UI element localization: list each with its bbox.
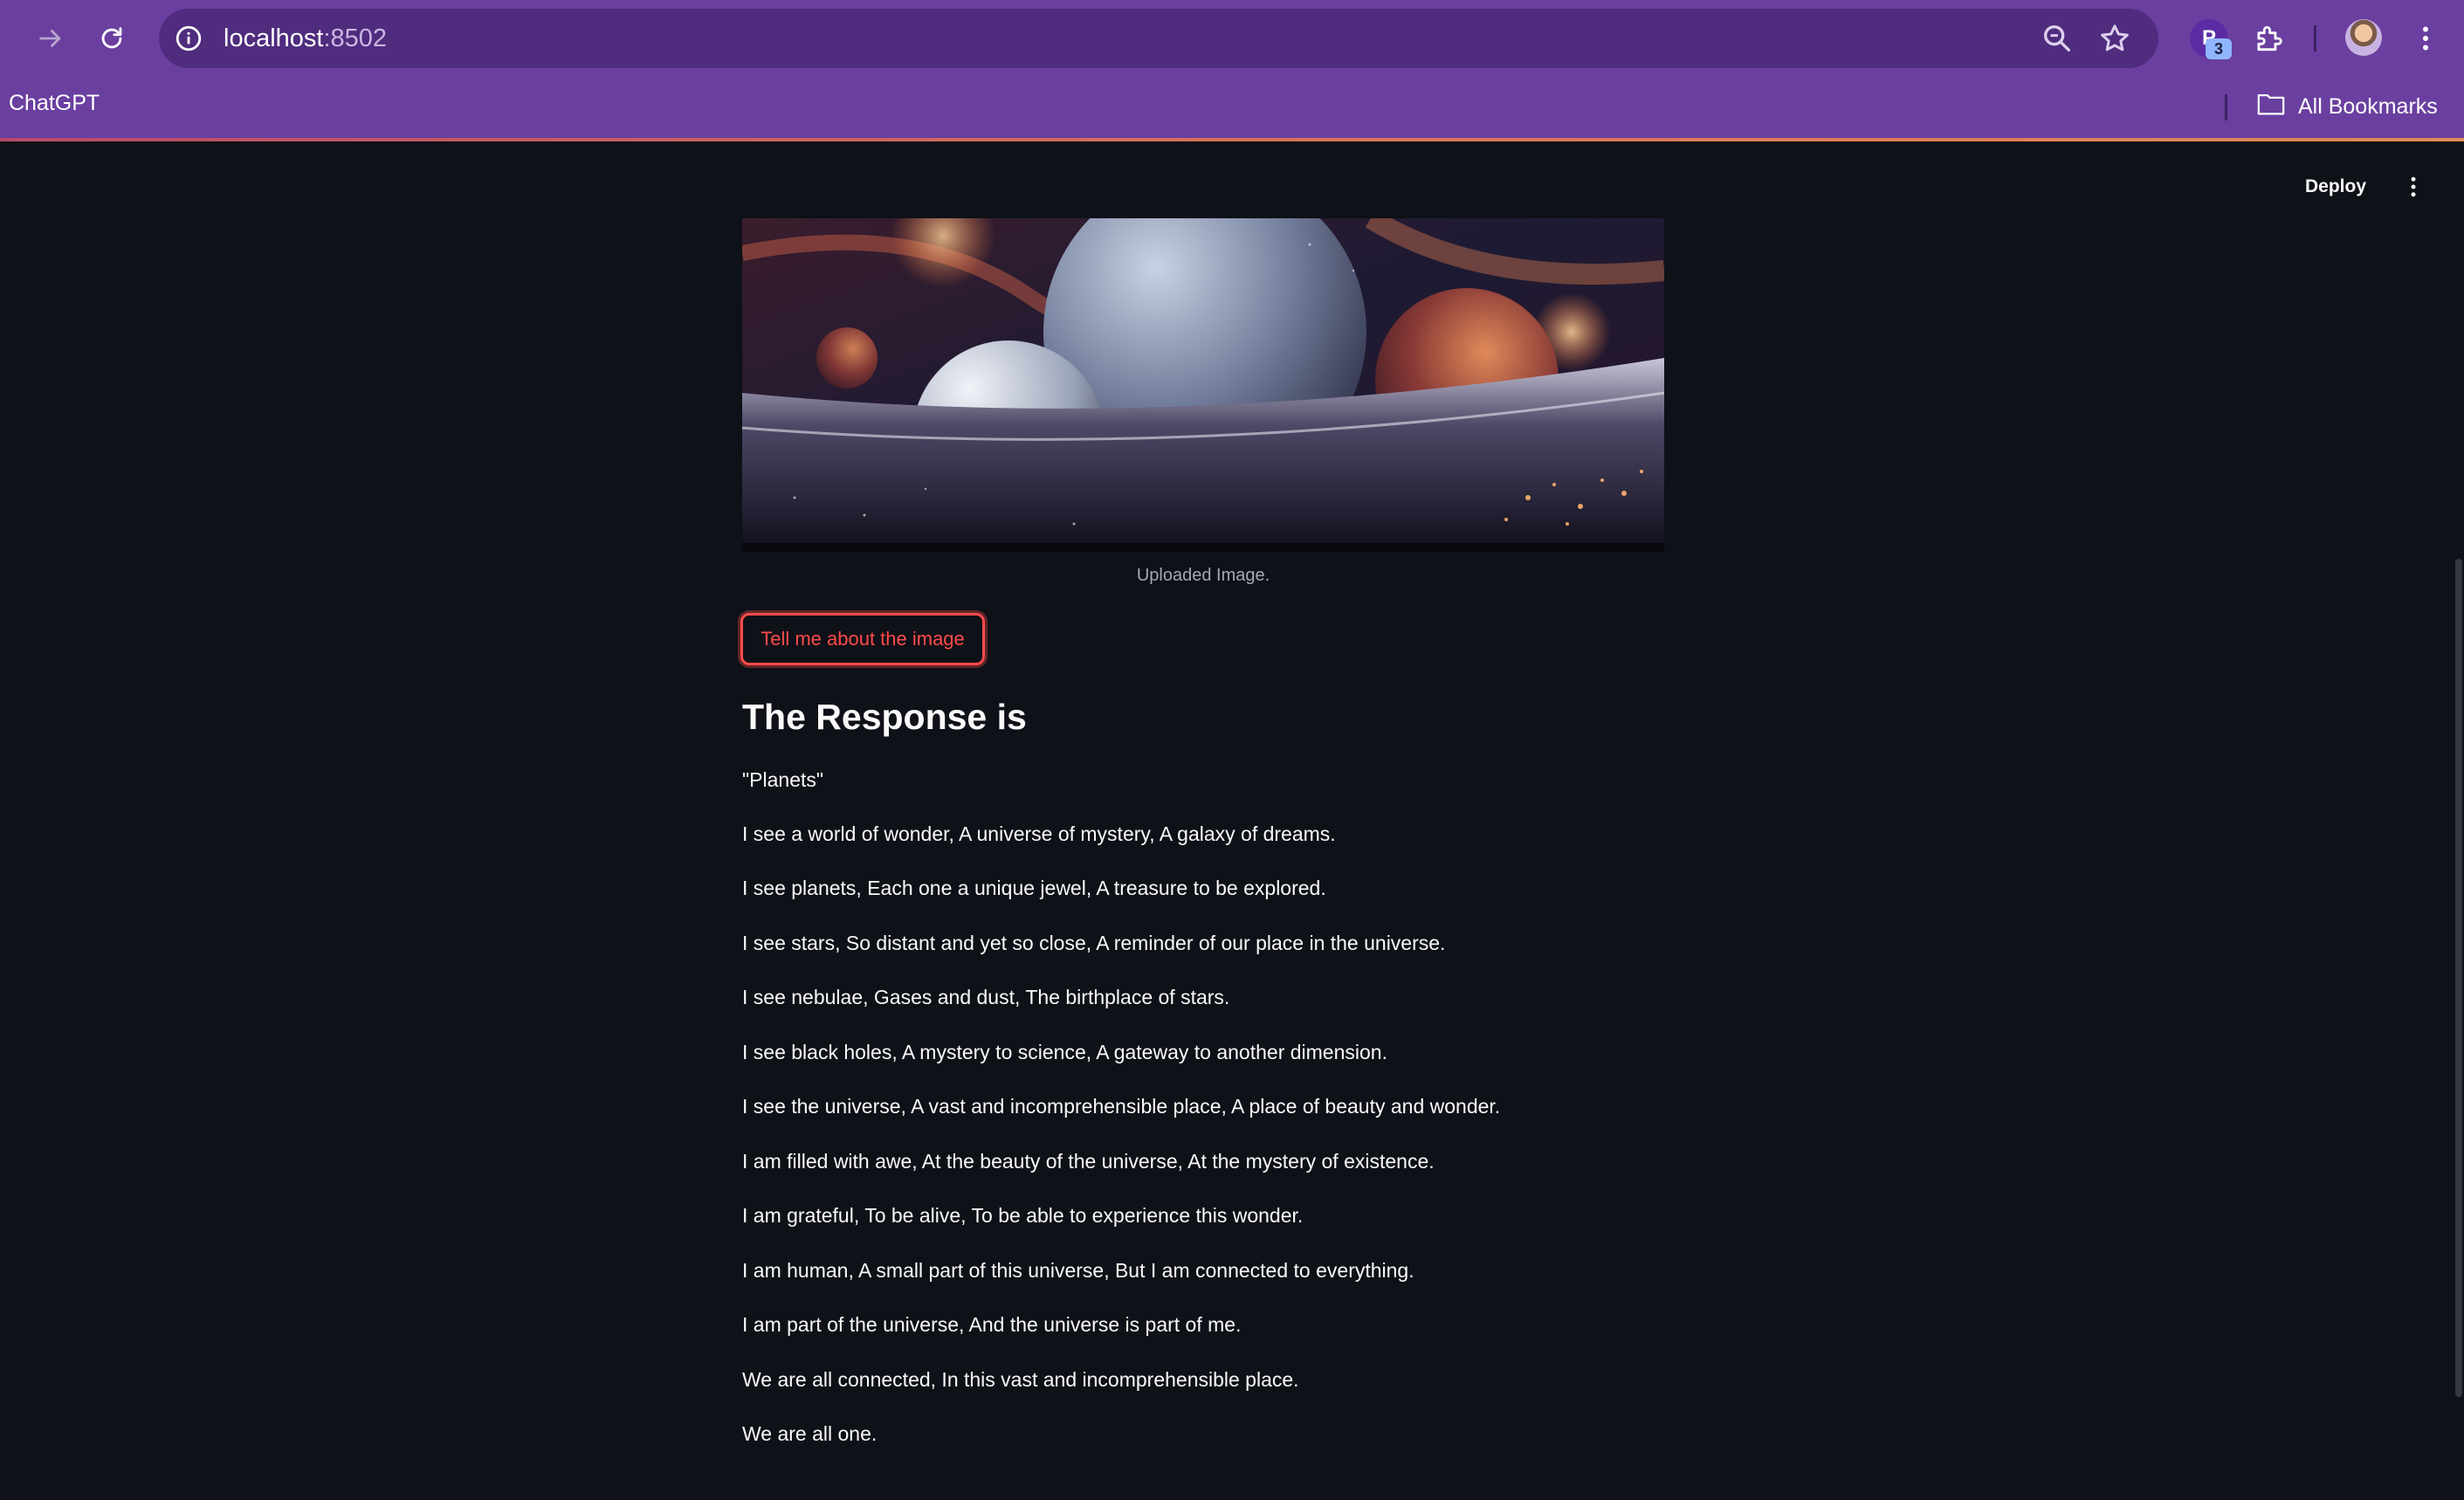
poem-line: I am filled with awe, At the beauty of t… bbox=[742, 1150, 1435, 1173]
poem-line: I am human, A small part of this univers… bbox=[742, 1259, 1414, 1282]
url-text[interactable]: localhost:8502 bbox=[224, 21, 387, 56]
star-icon[interactable] bbox=[2097, 21, 2132, 56]
poem-line: I see a world of wonder, A universe of m… bbox=[742, 822, 1336, 845]
reload-icon[interactable] bbox=[86, 12, 138, 65]
url-host: localhost bbox=[224, 24, 324, 52]
bookmark-chatgpt[interactable]: ChatGPT bbox=[9, 91, 100, 116]
poem-line: We are all one. bbox=[742, 1422, 878, 1445]
poem-line: "Planets" bbox=[742, 768, 824, 791]
response-heading: The Response is bbox=[742, 697, 1027, 737]
poem-line: I am part of the universe, And the unive… bbox=[742, 1313, 1242, 1336]
extension-badge: 3 bbox=[2206, 38, 2232, 59]
poem-line: We are all connected, In this vast and i… bbox=[742, 1368, 1299, 1391]
all-bookmarks-button[interactable]: All Bookmarks bbox=[2256, 91, 2438, 122]
poem-line: I am grateful, To be alive, To be able t… bbox=[742, 1204, 1304, 1227]
uploaded-image bbox=[742, 218, 1664, 552]
image-caption: Uploaded Image. bbox=[1136, 566, 1270, 585]
site-info-icon[interactable] bbox=[171, 21, 206, 56]
poem-line: I see stars, So distant and yet so close… bbox=[742, 932, 1446, 954]
zoom-icon[interactable] bbox=[2040, 21, 2075, 56]
poem-line: I see the universe, A vast and incompreh… bbox=[742, 1095, 1501, 1118]
address-bar[interactable]: localhost:8502 bbox=[159, 9, 2158, 68]
poem-line: I see black holes, A mystery to science,… bbox=[742, 1041, 1387, 1063]
page-scrollbar[interactable] bbox=[2455, 559, 2462, 1397]
url-port: :8502 bbox=[323, 24, 388, 52]
browser-menu-icon[interactable] bbox=[2399, 12, 2452, 65]
bookmarks-separator bbox=[2225, 94, 2227, 120]
poem-line: I see nebulae, Gases and dust, The birth… bbox=[742, 986, 1230, 1008]
folder-icon bbox=[2256, 91, 2286, 123]
all-bookmarks-label: All Bookmarks bbox=[2298, 93, 2438, 119]
toolbar-separator bbox=[2314, 25, 2316, 52]
poem-line: I see planets, Each one a unique jewel, … bbox=[742, 877, 1326, 899]
tell-me-about-image-button[interactable]: Tell me about the image bbox=[740, 613, 985, 665]
forward-icon[interactable] bbox=[24, 12, 77, 65]
app-menu-icon[interactable] bbox=[2398, 171, 2429, 203]
toolbar-divider bbox=[0, 138, 2464, 141]
extensions-icon[interactable] bbox=[2242, 12, 2295, 65]
profile-avatar[interactable] bbox=[2345, 19, 2382, 56]
deploy-button[interactable]: Deploy bbox=[2305, 171, 2366, 203]
